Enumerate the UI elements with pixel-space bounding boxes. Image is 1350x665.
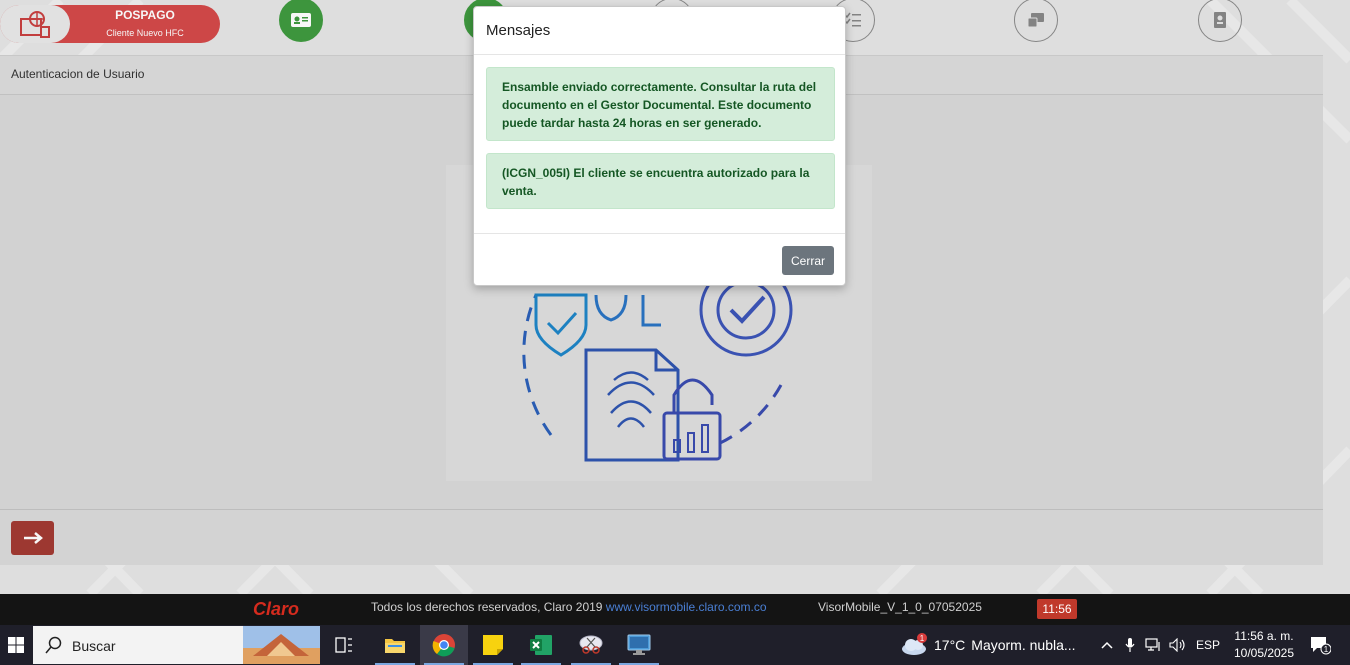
chrome-icon <box>432 634 455 657</box>
chrome-button[interactable] <box>420 625 468 665</box>
snipping-tool-icon <box>579 635 603 654</box>
excel-icon <box>530 635 552 655</box>
language-indicator[interactable]: ESP <box>1192 625 1224 665</box>
monitor-icon <box>627 634 651 655</box>
search-placeholder: Buscar <box>72 638 116 654</box>
network-button[interactable] <box>1143 625 1165 665</box>
weather-widget[interactable]: 1 17°C Mayorm. nubla... <box>900 625 1076 665</box>
network-icon <box>1145 638 1160 651</box>
version-label: VisorMobile_V_1_0_07052025 <box>818 600 982 614</box>
copyright-label: Todos los derechos reservados, Claro 201… <box>371 600 606 614</box>
clock-date: 10/05/2025 <box>1233 646 1295 660</box>
app-footer: Claro Todos los derechos reservados, Cla… <box>0 594 1350 625</box>
notification-icon: 1 <box>1311 637 1331 655</box>
microphone-icon <box>1125 638 1135 652</box>
weather-temperature: 17°C <box>934 637 966 653</box>
file-explorer-button[interactable] <box>371 625 419 665</box>
volume-button[interactable] <box>1167 625 1189 665</box>
close-button[interactable]: Cerrar <box>782 246 834 275</box>
speaker-icon <box>1169 638 1185 652</box>
sticky-notes-button[interactable] <box>469 625 517 665</box>
taskbar: Buscar 1 17°C Mayorm. nubla... ESP 11:56… <box>0 625 1350 665</box>
session-time: 11:56 <box>1037 599 1077 619</box>
windows-start-button[interactable] <box>0 625 32 665</box>
authorization-alert: (ICGN_005I) El cliente se encuentra auto… <box>486 153 835 209</box>
remote-desktop-button[interactable] <box>615 625 663 665</box>
claro-logo: Claro <box>253 599 300 619</box>
cloud-icon: 1 <box>902 633 927 655</box>
task-view-icon <box>335 637 352 653</box>
sticky-notes-icon <box>483 635 503 655</box>
success-alert: Ensamble enviado correctamente. Consulta… <box>486 67 835 141</box>
show-hidden-icons-button[interactable] <box>1096 625 1118 665</box>
modal-header: Mensajes <box>474 7 845 55</box>
notification-center-button[interactable]: 1 <box>1304 625 1336 665</box>
snipping-tool-button[interactable] <box>567 625 615 665</box>
task-view-button[interactable] <box>320 625 368 665</box>
search-highlight-image <box>243 626 320 664</box>
app-window: POSPAGO Cliente Nuevo HFC Autenticacion … <box>0 0 1350 594</box>
copyright-text: Todos los derechos reservados, Claro 201… <box>371 600 767 614</box>
weather-alert-badge: 1 <box>920 634 925 643</box>
windows-icon <box>8 637 24 653</box>
excel-button[interactable] <box>517 625 565 665</box>
weather-description: Mayorm. nubla... <box>971 637 1076 653</box>
site-link[interactable]: www.visormobile.claro.com.co <box>606 600 767 614</box>
clock-time: 11:56 a. m. <box>1234 629 1294 643</box>
system-clock[interactable]: 11:56 a. m. 10/05/2025 <box>1228 628 1300 662</box>
modal-footer: Cerrar <box>474 233 845 285</box>
chevron-up-icon <box>1101 641 1113 649</box>
modal-title: Mensajes <box>486 22 551 39</box>
taskbar-search[interactable]: Buscar <box>33 626 320 664</box>
search-icon <box>45 636 62 654</box>
folder-icon <box>385 639 405 653</box>
microphone-button[interactable] <box>1120 625 1140 665</box>
notification-count: 1 <box>1324 645 1329 654</box>
messages-modal: Mensajes Ensamble enviado correctamente.… <box>473 6 846 286</box>
